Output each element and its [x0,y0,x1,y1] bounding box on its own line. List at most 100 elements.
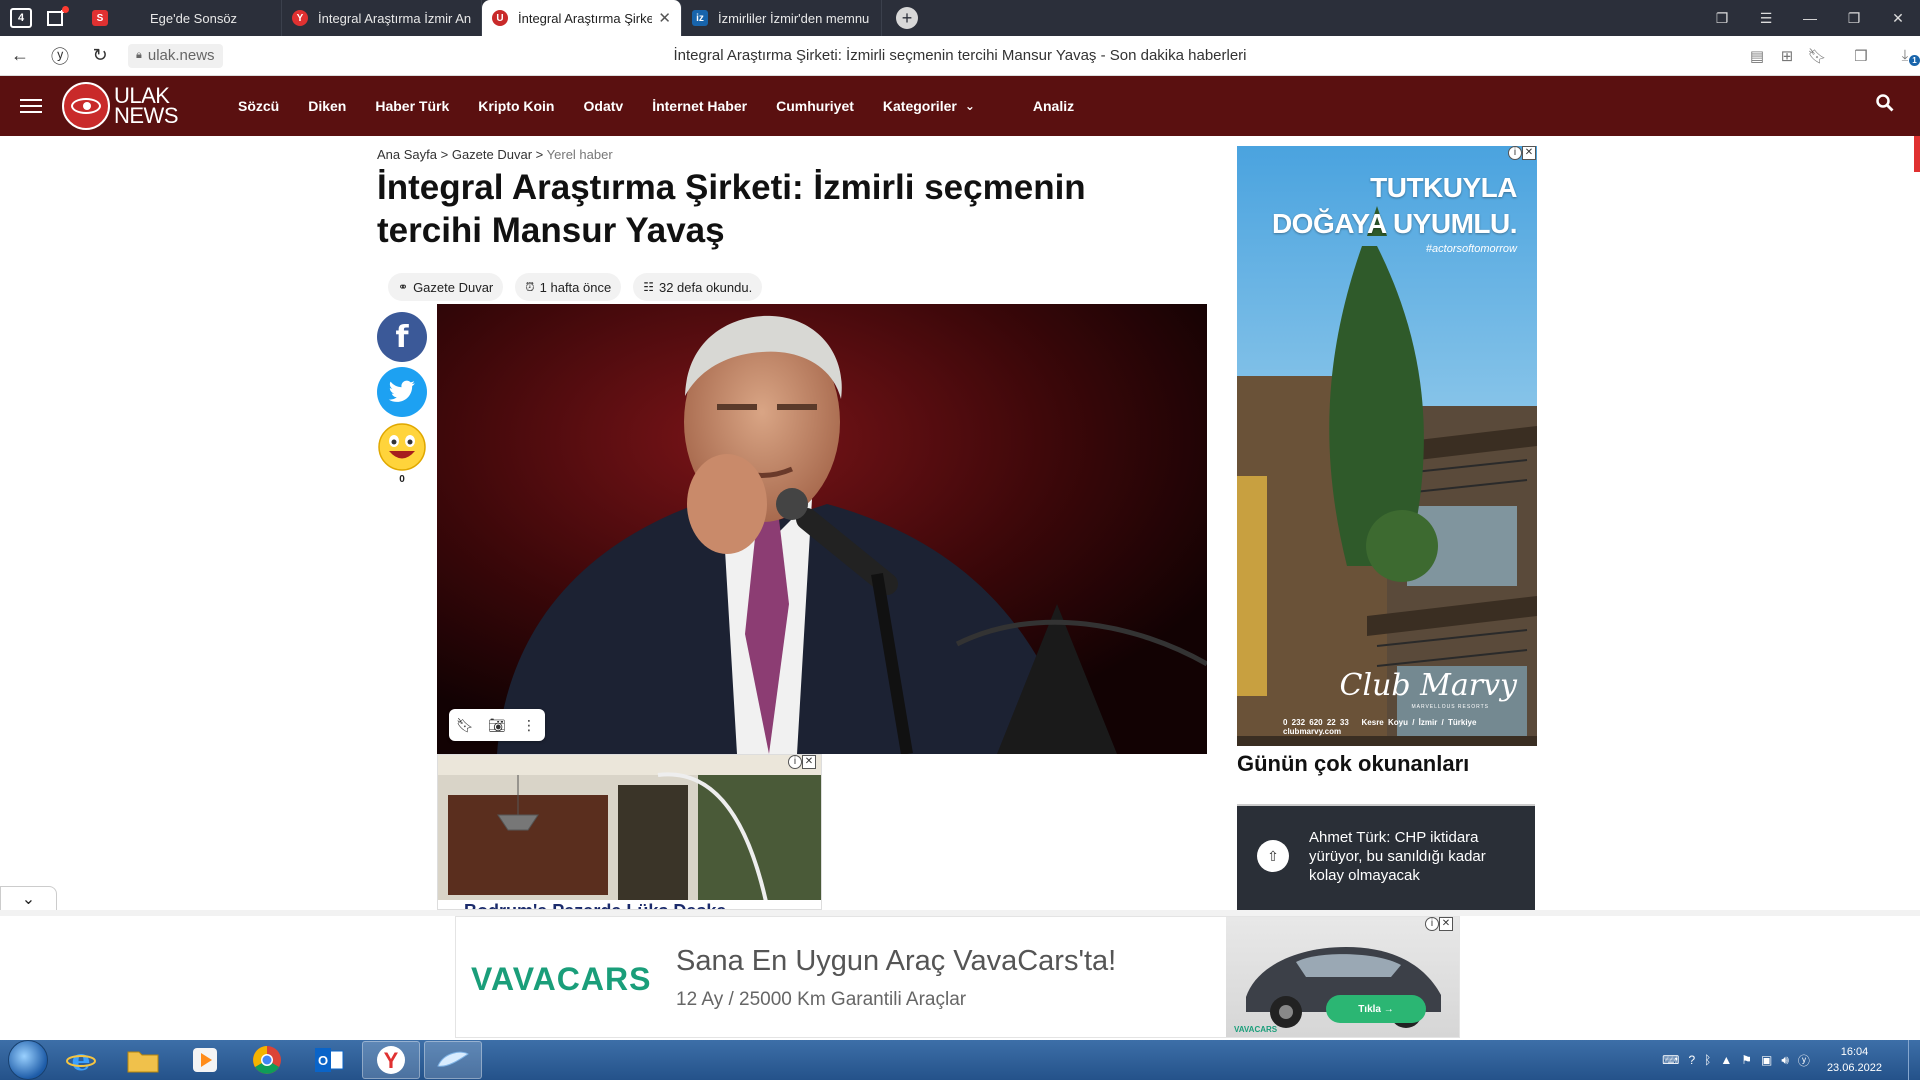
time-chip: ⏰︎ 1 hafta önce [515,273,622,301]
ad-info-icon[interactable]: i [1425,917,1439,931]
emoji-count: 0 [399,474,405,485]
svg-text:O: O [318,1053,328,1068]
bookmark-image-icon[interactable]: 🔖︎ [449,717,481,734]
inline-ad[interactable]: Bodrum'a Pazarda Lüks Daska [437,754,822,910]
nav-item-kripto-koin[interactable]: Kripto Koin [478,98,554,114]
yandex-tray-icon[interactable]: ⓨ [1798,1052,1810,1069]
file-explorer-icon[interactable] [114,1041,172,1079]
bottom-ad-headline: Sana En Uygun Araç VavaCars'ta! [676,945,1117,977]
bottom-ad-cta-button[interactable]: Tıkla → [1326,995,1426,1023]
outlook-icon[interactable]: O [300,1041,358,1079]
most-read-item[interactable]: ⇧ Ahmet Türk: CHP iktidara yürüyor, bu s… [1237,804,1535,910]
article-meta: ⚭ Gazete Duvar ⏰︎ 1 hafta önce ☷ 32 defa… [388,273,774,301]
network-icon[interactable]: ▣ [1761,1053,1772,1067]
translate-icon[interactable]: ⊞ [1772,47,1802,65]
nav-item-cumhuriyet[interactable]: Cumhuriyet [776,98,854,114]
url-field[interactable]: 🔒︎ ulak.news [128,43,223,68]
collapse-ad-button[interactable]: ⌄ [0,886,57,910]
close-window-button[interactable]: ✕ [1876,10,1920,27]
source-chip[interactable]: ⚭ Gazete Duvar [388,273,504,301]
menu-icon[interactable]: ☰ [1744,10,1788,27]
restore-button[interactable]: ❐ [1832,10,1876,27]
bookmark-icon[interactable]: 🔖︎ [1802,47,1832,65]
nav-item-internet-haber[interactable]: İnternet Haber [652,98,747,114]
reader-mode-icon[interactable]: ▤ [1742,47,1772,65]
media-player-icon[interactable] [176,1041,234,1079]
ad-info-icon[interactable]: i [1508,146,1522,160]
new-tab-button[interactable]: + [896,7,918,29]
tab-counter-button[interactable]: 4 [6,3,36,33]
top-badge-icon: ⇧ [1257,840,1289,872]
link-icon: ⚭ [398,280,409,294]
download-badge: 1 [1909,55,1920,66]
show-hidden-icons-icon[interactable]: ▲ [1720,1053,1732,1067]
keyboard-icon[interactable]: ⌨ [1662,1053,1679,1067]
nav-item-haber-turk[interactable]: Haber Türk [375,98,449,114]
article-title: İntegral Araştırma Şirketi: İzmirli seçm… [377,168,1086,250]
show-desktop-button[interactable] [1908,1040,1920,1080]
breadcrumb-current: Yerel haber [546,147,613,162]
tab-integral-izmir[interactable]: Y İntegral Araştırma İzmir An [282,0,482,36]
internet-explorer-icon[interactable]: e [52,1041,110,1079]
tab-close-icon[interactable]: ✕ [658,9,671,27]
facebook-share-button[interactable]: f [377,312,427,362]
site-logo[interactable]: ULAK NEWS [62,82,179,130]
sidebar-ad-headline: TUTKUYLA DOĞAYA UYUMLU. [1271,172,1518,239]
chrome-icon[interactable] [238,1041,296,1079]
tab-title: İntegral Araştırma İzmir An [318,10,471,26]
volume-icon[interactable]: 🔊︎ [1781,1053,1789,1068]
back-arrow-icon[interactable]: ← [0,45,40,66]
sidebar-ad-brand: Club Marvy [1339,668,1517,703]
tab-izmirliler[interactable]: iz İzmirliler İzmir'den memnu [682,0,882,36]
sidebar-ad-club-marvy[interactable]: TUTKUYLA DOĞAYA UYUMLU. #actorsoftomorro… [1237,146,1537,746]
tab-favicon: S [92,10,108,26]
nav-item-sozcu[interactable]: Sözcü [238,98,279,114]
ad-info-icon[interactable]: i [788,755,802,769]
flag-icon[interactable]: ⚑ [1741,1053,1752,1067]
nav-item-analiz[interactable]: Analiz [1033,98,1074,114]
tab-integral-sirketi-active[interactable]: U İntegral Araştırma Şirketi ✕ [482,0,682,36]
collections-icon[interactable]: ❒ [1846,47,1876,65]
tabs-list-icon[interactable]: ❐ [1700,10,1744,27]
ad-close-icon[interactable]: ✕ [1522,146,1536,160]
sidebar-ad-footer: 0 232 620 22 33 Kesre Koyu / İzmir / Tür… [1283,718,1477,736]
inline-ad-marks: i ✕ [788,755,816,769]
app-window-icon[interactable] [424,1041,482,1079]
bottom-sticky-ad-vavacars[interactable]: VAVACARS Sana En Uygun Araç VavaCars'ta!… [455,916,1460,1038]
nav-item-diken[interactable]: Diken [308,98,346,114]
tab-favicon: U [492,10,508,26]
yandex-browser-icon[interactable]: Y [362,1041,420,1079]
download-icon[interactable]: ⤓ 1 [1890,47,1920,66]
breadcrumb-section[interactable]: Gazete Duvar [452,147,532,162]
nav-item-kategoriler[interactable]: Kategoriler ⌄ [883,98,1004,114]
more-options-icon[interactable]: ⋮ [513,717,545,734]
breadcrumb-home[interactable]: Ana Sayfa [377,147,437,162]
hamburger-menu-icon[interactable] [20,95,42,117]
ad-close-icon[interactable]: ✕ [1439,917,1453,931]
tab-title: İntegral Araştırma Şirketi [518,10,653,26]
twitter-share-button[interactable] [377,367,427,417]
image-tools: 🔖︎ 📷︎ ⋮ [449,709,545,741]
ad-close-icon[interactable]: ✕ [802,755,816,769]
reads-chip: ☷ 32 defa okundu. [633,273,763,301]
main-nav: Sözcü Diken Haber Türk Kripto Koin Odatv… [238,98,1103,114]
help-icon[interactable]: ? [1688,1053,1695,1067]
bottom-ad-marks: i ✕ [1425,917,1453,931]
search-icon[interactable] [1876,94,1894,112]
minimize-button[interactable]: — [1788,10,1832,26]
taskbar-clock[interactable]: 16:04 23.06.2022 [1827,1044,1882,1076]
camera-icon[interactable]: 📷︎ [481,717,513,734]
emoji-reaction-button[interactable] [377,422,427,472]
start-button[interactable] [8,1040,48,1080]
new-window-icon[interactable] [42,3,72,33]
nav-item-odatv[interactable]: Odatv [584,98,624,114]
sidebar-ad-marks: i ✕ [1508,146,1536,160]
tab-favicon: iz [692,10,708,26]
tab-ege-sonsoz[interactable]: S Ege'de Sonsöz [82,0,282,36]
bluetooth-icon[interactable]: ᛒ [1704,1053,1711,1067]
logo-text: ULAK NEWS [114,83,179,128]
yandex-icon[interactable]: ⓨ [40,43,80,69]
reload-icon[interactable]: ↻ [80,45,120,66]
clock-date: 23.06.2022 [1826,1062,1882,1074]
sidebar-ad-hashtag: #actorsoftomorrow [1425,243,1517,255]
